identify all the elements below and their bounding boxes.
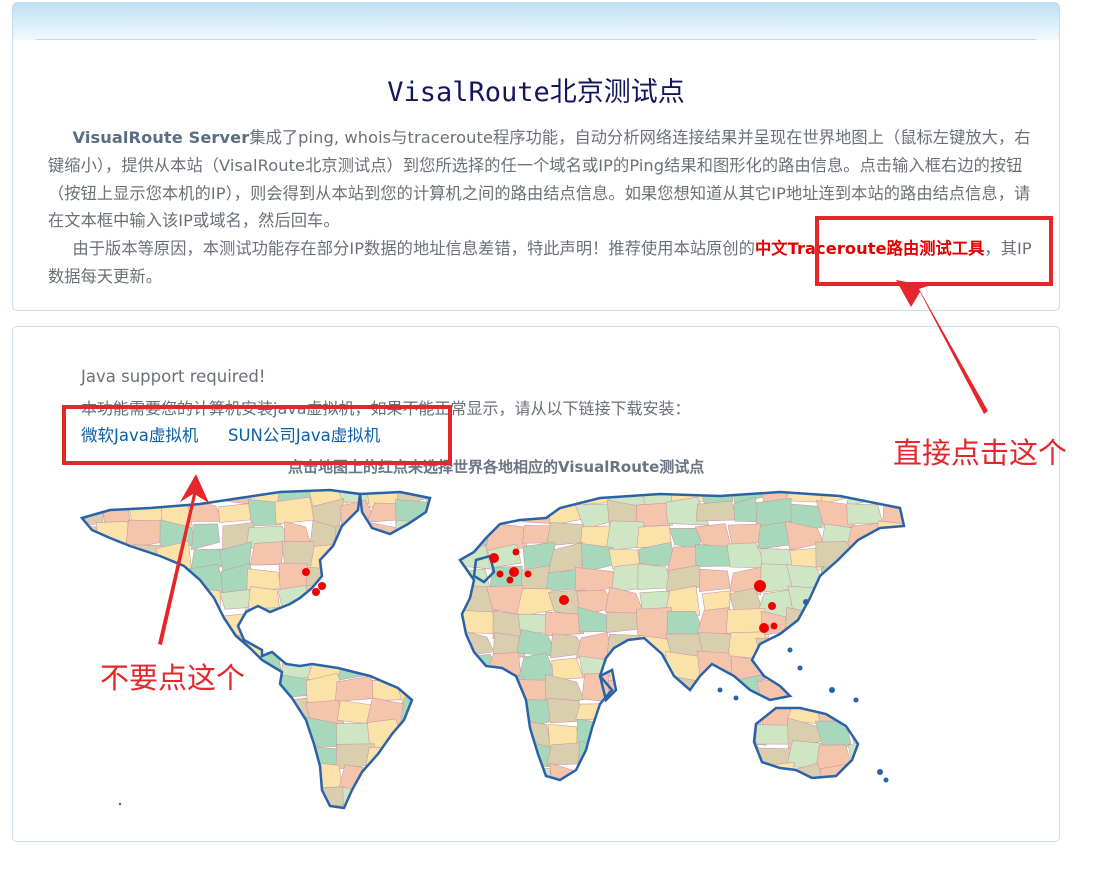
annotation-dont-click: 不要点这个: [100, 661, 246, 695]
test-point-marker: [559, 595, 569, 605]
annotation-click-this: 直接点击这个: [893, 436, 1068, 470]
test-point-marker: [770, 622, 778, 630]
annotation-box-tool-link: [815, 216, 1053, 286]
test-point-marker: [512, 548, 520, 556]
annotation-box-java-links: [62, 405, 452, 465]
test-point-marker: [506, 576, 514, 584]
test-point-marker: [312, 588, 320, 596]
test-point-marker: [302, 568, 310, 576]
test-point-marker: [754, 580, 766, 592]
test-point-marker: [318, 582, 326, 590]
test-point-marker: [524, 570, 532, 578]
test-point-marker: [489, 553, 499, 563]
test-point-marker: [496, 570, 504, 578]
test-point-marker: [759, 623, 769, 633]
test-point-marker: [509, 567, 519, 577]
test-point-marker: [768, 602, 776, 610]
